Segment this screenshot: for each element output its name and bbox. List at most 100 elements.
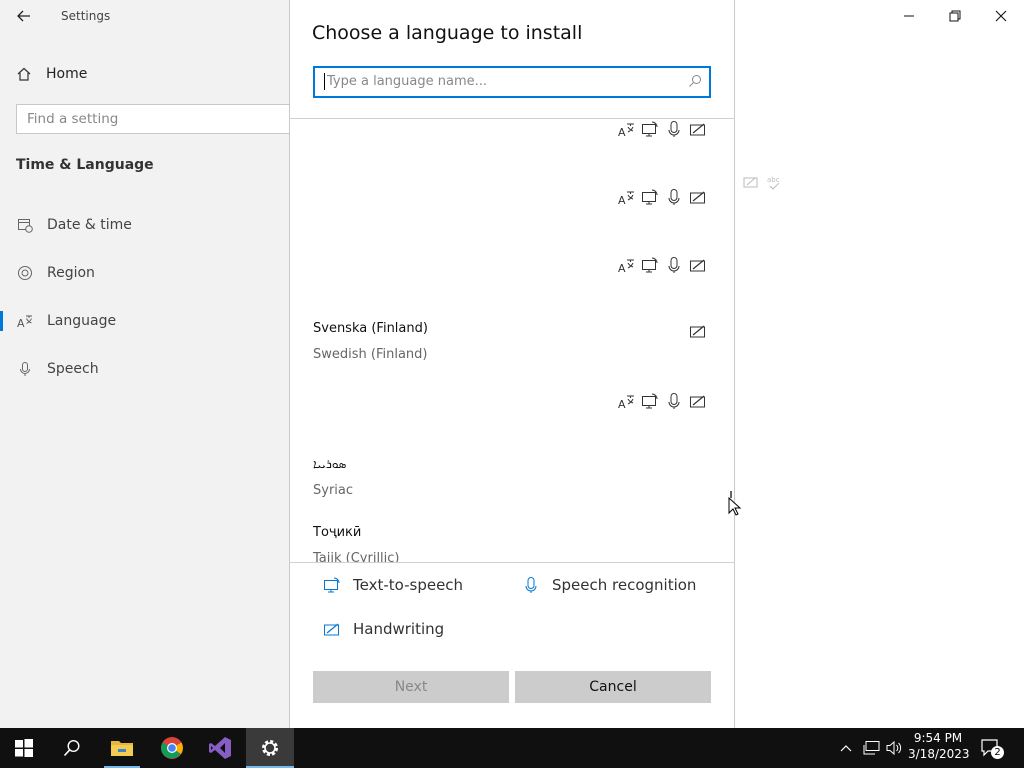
svg-text:A: A xyxy=(618,398,626,410)
language-list[interactable]: A A A Svenska (Finland) Swedish (Finland… xyxy=(290,119,734,562)
speech-recognition-icon xyxy=(525,577,537,593)
language-native-name: ܣܘܪܝܝܐ xyxy=(313,457,347,471)
svg-text:A: A xyxy=(618,126,626,138)
close-button[interactable] xyxy=(978,0,1024,32)
handwriting-icon xyxy=(690,325,705,338)
list-item[interactable]: Svenska (Finland) Swedish (Finland) xyxy=(313,321,428,362)
language-features: A xyxy=(617,256,707,274)
text-to-speech-icon xyxy=(324,577,340,593)
restore-button[interactable] xyxy=(932,0,978,32)
handwriting-icon xyxy=(690,123,705,136)
speech-recognition-icon xyxy=(668,393,680,409)
language-english-name: Syriac xyxy=(313,483,354,498)
clock-date: 3/18/2023 xyxy=(908,747,970,761)
handwriting-icon xyxy=(690,259,705,272)
search-icon xyxy=(689,75,701,87)
language-english-name: Swedish (Finland) xyxy=(313,347,428,362)
notification-badge: 2 xyxy=(991,746,1004,759)
globe-icon xyxy=(16,265,33,282)
nav-region-label: Region xyxy=(47,265,95,281)
list-bottom-divider xyxy=(289,562,735,563)
dialog-title: Choose a language to install xyxy=(312,22,583,44)
svg-text:A: A xyxy=(618,194,626,206)
display-language-icon: A xyxy=(618,395,634,410)
nav-date-time[interactable]: Date & time xyxy=(16,213,132,237)
handwriting-icon xyxy=(690,395,705,408)
selected-indicator xyxy=(0,311,3,331)
app-title: Settings xyxy=(61,9,111,23)
chrome-icon xyxy=(161,737,183,759)
start-button[interactable] xyxy=(0,728,48,768)
legend-handwriting-label: Handwriting xyxy=(353,620,445,638)
section-title: Time & Language xyxy=(16,157,154,173)
nav-language-label: Language xyxy=(47,313,117,329)
chevron-up-icon[interactable] xyxy=(839,741,853,755)
cancel-button[interactable]: Cancel xyxy=(515,671,711,703)
file-explorer-button[interactable] xyxy=(98,728,146,768)
legend-speech-recognition-label: Speech recognition xyxy=(552,576,697,594)
legend-speech-recognition: Speech recognition xyxy=(522,576,696,594)
text-to-speech-icon xyxy=(642,189,658,205)
text-to-speech-icon xyxy=(642,393,658,409)
svg-text:A: A xyxy=(17,317,25,329)
microphone-icon xyxy=(16,361,33,378)
legend-text-to-speech-label: Text-to-speech xyxy=(353,576,464,594)
svg-text:A: A xyxy=(618,262,626,274)
svg-text:abc: abc xyxy=(767,176,780,184)
handwriting-icon xyxy=(690,191,705,204)
list-item[interactable]: Тоҷикӣ Tajik (Cyrillic) xyxy=(313,525,400,562)
network-icon[interactable] xyxy=(863,740,881,756)
minimize-button[interactable] xyxy=(886,0,932,32)
nav-language[interactable]: A Language xyxy=(16,309,117,333)
legend-text-to-speech: Text-to-speech xyxy=(323,576,463,594)
display-language-icon: A xyxy=(618,259,634,274)
language-search-input[interactable]: Type a language name... xyxy=(313,66,711,98)
language-english-name: Tajik (Cyrillic) xyxy=(313,551,400,562)
back-button[interactable] xyxy=(10,4,38,28)
settings-taskbar-button[interactable] xyxy=(246,728,294,768)
text-to-speech-icon xyxy=(642,121,658,137)
clock[interactable]: 9:54 PM 3/18/2023 xyxy=(908,731,970,761)
language-features: A xyxy=(617,392,707,410)
settings-icon xyxy=(262,740,278,756)
home-icon xyxy=(17,67,31,81)
home-nav-item[interactable]: Home xyxy=(16,62,87,86)
handwriting-icon xyxy=(324,623,339,636)
nav-speech[interactable]: Speech xyxy=(16,357,99,381)
speech-recognition-icon xyxy=(668,257,680,273)
list-item[interactable]: ܣܘܪܝܝܐ Syriac xyxy=(313,457,353,498)
language-features: A xyxy=(617,188,707,206)
language-native-name: Тоҷикӣ xyxy=(313,525,362,540)
speech-recognition-icon xyxy=(668,121,680,137)
display-language-icon: A xyxy=(618,123,634,138)
volume-icon[interactable] xyxy=(886,740,904,756)
text-to-speech-icon xyxy=(642,257,658,273)
speech-recognition-icon xyxy=(668,189,680,205)
chrome-button[interactable] xyxy=(148,728,196,768)
visual-studio-button[interactable] xyxy=(196,728,244,768)
nav-speech-label: Speech xyxy=(47,361,99,377)
nav-date-time-label: Date & time xyxy=(47,217,132,233)
clock-time: 9:54 PM xyxy=(913,731,963,745)
display-language-icon: A xyxy=(618,191,634,206)
restore-icon xyxy=(949,10,961,22)
mouse-cursor-icon xyxy=(728,491,742,516)
find-setting-placeholder: Find a setting xyxy=(27,111,119,127)
language-features xyxy=(689,322,707,340)
taskbar-search-button[interactable] xyxy=(48,728,96,768)
language-native-name: Svenska (Finland) xyxy=(313,321,428,336)
find-setting-input[interactable]: Find a setting xyxy=(16,104,296,134)
search-icon xyxy=(63,739,80,757)
close-icon xyxy=(995,10,1007,22)
back-arrow-icon xyxy=(17,10,30,22)
file-explorer-icon xyxy=(111,741,133,756)
action-center-button[interactable]: 2 xyxy=(980,738,1004,760)
language-search-placeholder: Type a language name... xyxy=(327,74,488,89)
handwriting-icon xyxy=(743,177,758,188)
visual-studio-icon xyxy=(209,737,231,759)
spellcheck-icon: abc xyxy=(767,176,780,190)
start-icon xyxy=(15,739,33,757)
minimize-icon xyxy=(904,15,914,17)
next-button[interactable]: Next xyxy=(313,671,509,703)
nav-region[interactable]: Region xyxy=(16,261,95,285)
